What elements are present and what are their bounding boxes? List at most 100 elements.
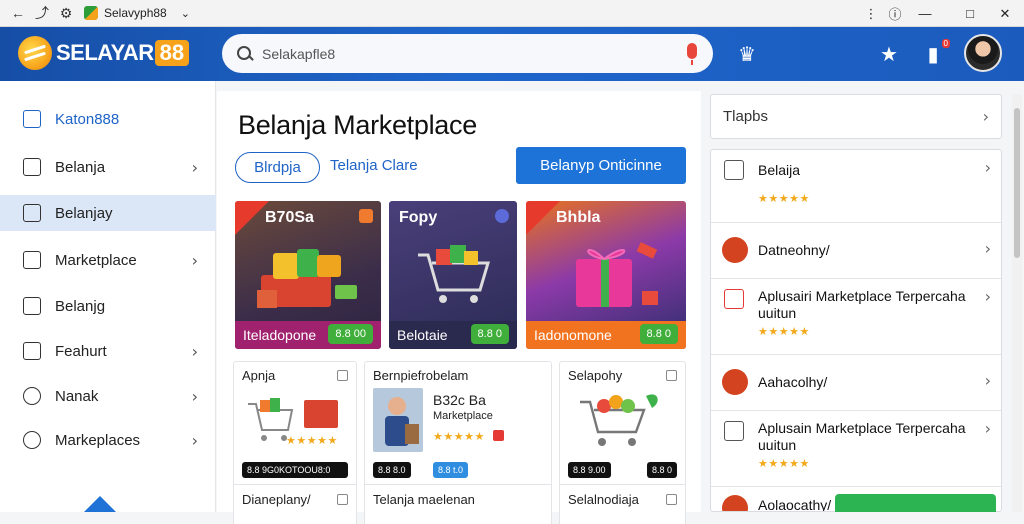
price-tag: 8.8 0 [646, 462, 677, 478]
logo[interactable]: SELAYAR 88 [18, 36, 190, 70]
favicon-icon [84, 6, 98, 20]
star-icon[interactable]: ★ [874, 39, 904, 69]
price-tag: 8.8 9G0KOTOOU8:0 [242, 462, 348, 478]
back-arrow-icon[interactable]: ← [6, 0, 30, 27]
product-card[interactable]: Dianeplany/ [233, 484, 357, 524]
chevron-down-icon[interactable]: ⌄ [181, 7, 190, 20]
browser-tab[interactable]: Selavyph88 ⌄ [78, 0, 196, 27]
logo-word: SELAYAR [56, 40, 154, 65]
sidebar-item-label: Katon888 [55, 110, 120, 128]
chevron-right-icon: › [984, 239, 991, 258]
notification-badge: 0 [941, 39, 950, 48]
chevron-right-icon: › [191, 342, 198, 361]
list-item-title: Aolaocathy/ [758, 497, 832, 512]
product-card[interactable]: Apnja ★★★★★ 8.8 9G0KOTOOU8:0 [233, 361, 357, 486]
sidebar-item-belanjg[interactable]: Belanjg [0, 288, 216, 324]
action-button[interactable] [835, 494, 996, 512]
shop-icon [722, 495, 748, 511]
product-card[interactable]: Telanja maelenan [364, 484, 552, 524]
list-item-title: Aplusain Marketplace Terpercaha uuitun [758, 420, 966, 453]
gift-box-icon [576, 242, 658, 307]
product-card[interactable]: Selapohy 8.8 9.00 8.8 0 [559, 361, 686, 486]
chevron-right-icon: › [191, 158, 198, 177]
promo-card-label: Iadonomone [534, 327, 612, 343]
gear-icon [495, 209, 509, 223]
bookmark-icon[interactable] [337, 494, 348, 505]
basket-illustration-icon [257, 249, 357, 308]
microphone-icon[interactable] [687, 43, 697, 65]
bookmark-icon[interactable] [666, 494, 677, 505]
cta-button[interactable]: Belanyp Onticinne [516, 147, 686, 184]
promo-card[interactable]: B70Sa Iteladopone 8.8 00 [235, 201, 381, 349]
list-item-title: Aahacolhy/ [758, 374, 828, 390]
promo-card-label: Belotaie [397, 327, 448, 343]
sidebar-item-home[interactable]: Katon888 [0, 101, 216, 137]
product-card[interactable]: Selalnodiaja [559, 484, 686, 524]
sidebar: Katon888 Belanja › Belanjay Marketplace … [0, 81, 216, 512]
right-list: Belaija ★★★★★ › Datneohny/ › Aplusairi M… [710, 149, 1002, 512]
logo-number: 88 [154, 40, 190, 66]
tab-settings-icon[interactable]: ⚙ [54, 0, 78, 27]
promo-card-title: Bhbla [556, 209, 601, 226]
pin-icon[interactable]: ⤴ [30, 0, 54, 27]
house-icon [23, 251, 41, 269]
list-item[interactable]: Aplusain Marketplace Terpercaha uuitun ★… [711, 411, 1001, 487]
sidebar-item-markeplaces[interactable]: Markeplaces › [0, 422, 216, 458]
close-button[interactable]: ✕ [990, 0, 1020, 27]
sidebar-item-belanjay[interactable]: Belanjay [0, 195, 216, 231]
search-input[interactable] [262, 45, 713, 62]
scrollbar-thumb[interactable] [1014, 108, 1020, 258]
flag-icon [493, 430, 504, 441]
product-title: Dianeplany/ [242, 492, 311, 507]
chevron-right-icon: › [191, 431, 198, 450]
list-item[interactable]: Aahacolhy/ › [711, 355, 1001, 411]
notification-bell-icon[interactable]: ♛ [732, 39, 762, 69]
sidebar-item-feahurt[interactable]: Feahurt › [0, 333, 216, 369]
list-item[interactable]: Aplusairi Marketplace Terpercaha uuitun … [711, 279, 1001, 355]
list-item-title: Aplusairi Marketplace Terpercaha uuitun [758, 288, 966, 321]
sidebar-item-nanak[interactable]: Nanak › [0, 378, 216, 414]
sidebar-item-label: Marketplace [55, 251, 137, 269]
bag-icon [722, 369, 748, 395]
bag-icon [23, 297, 41, 315]
sidebar-item-marketplace[interactable]: Marketplace › [0, 242, 216, 278]
right-search-label: Tlapbs [723, 108, 769, 125]
scrollbar[interactable] [1012, 94, 1022, 512]
scroll-up-icon[interactable] [84, 496, 116, 512]
rating-stars: ★★★★★ [758, 326, 810, 338]
search-bar[interactable] [222, 34, 713, 73]
info-icon[interactable]: ⓘ [880, 0, 910, 27]
inbox-icon[interactable]: ▮ 0 [918, 39, 950, 69]
right-panel: Tlapbs › Belaija ★★★★★ › Datneohny/ › Ap… [710, 94, 1002, 512]
chevron-right-icon: › [191, 251, 198, 270]
shield-icon [724, 289, 744, 309]
tag-icon [359, 209, 373, 223]
price-tag: 8.8 00 [328, 324, 373, 344]
right-search-box[interactable]: Tlapbs › [710, 94, 1002, 139]
user-avatar[interactable] [964, 34, 1002, 72]
list-item[interactable]: Datneohny/ › [711, 223, 1001, 279]
sale-badge-icon [526, 201, 560, 235]
filter-pill-button[interactable]: Blrdpja [235, 152, 320, 183]
product-card[interactable]: Bernpiefrobelam B32c Ba Marketplace ★★★★… [364, 361, 552, 486]
list-item-title: Belaija [758, 162, 801, 178]
list-item[interactable]: Belaija ★★★★★ › [711, 150, 1001, 223]
promo-card[interactable]: Fopy Belotaie 8.8 0 [389, 201, 517, 349]
bookmark-icon[interactable] [666, 370, 677, 381]
sidebar-item-label: Feahurt [55, 342, 107, 360]
chevron-right-icon: › [984, 287, 991, 306]
promo-card[interactable]: Bhbla Iadonomone 8.8 0 [526, 201, 686, 349]
tab-title: Selavyph88 [104, 6, 167, 20]
secondary-link[interactable]: Telanja Clare [330, 157, 418, 174]
sidebar-item-label: Belanjg [55, 297, 106, 315]
promo-card-label: Iteladopone [243, 327, 317, 343]
bookmark-icon[interactable] [337, 370, 348, 381]
circle-tag-icon [23, 431, 41, 449]
app-header: SELAYAR 88 ♛ ★ ▮0 [0, 27, 1024, 81]
minimize-button[interactable]: — [910, 0, 940, 27]
chevron-right-icon: › [984, 371, 991, 390]
person-image-icon [373, 388, 423, 452]
maximize-button[interactable]: □ [955, 0, 985, 27]
sidebar-item-label: Markeplaces [55, 431, 141, 449]
sidebar-item-belanja[interactable]: Belanja › [0, 149, 216, 185]
